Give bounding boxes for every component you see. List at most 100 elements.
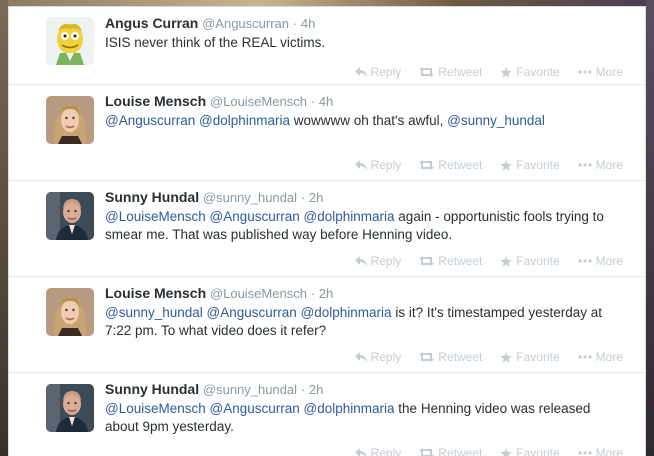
mention-link[interactable]: @Anguscurran bbox=[210, 209, 300, 224]
tweet-separator: · bbox=[300, 190, 306, 205]
mention-link[interactable]: @dolphinmaria bbox=[304, 209, 395, 224]
retweet-button[interactable]: Retweet bbox=[419, 65, 482, 79]
reply-button[interactable]: Reply bbox=[354, 254, 402, 268]
avatar[interactable] bbox=[46, 96, 94, 144]
retweet-icon bbox=[419, 448, 435, 456]
star-icon bbox=[500, 255, 512, 267]
favorite-label: Favorite bbox=[516, 350, 560, 364]
avatar[interactable] bbox=[46, 384, 94, 432]
tweet-actions: Reply Retweet Favorite More bbox=[354, 158, 623, 172]
retweet-icon bbox=[419, 352, 435, 362]
more-button[interactable]: More bbox=[578, 65, 623, 79]
more-dots-icon bbox=[578, 259, 592, 263]
reply-button[interactable]: Reply bbox=[354, 158, 402, 172]
tweet-username[interactable]: @sunny_hundal bbox=[203, 190, 297, 205]
favorite-label: Favorite bbox=[516, 158, 560, 172]
tweet-actions: Reply Retweet Favorite More bbox=[354, 65, 623, 79]
retweet-button[interactable]: Retweet bbox=[419, 350, 482, 364]
more-button[interactable]: More bbox=[578, 254, 623, 268]
retweet-button[interactable]: Retweet bbox=[419, 446, 482, 456]
tweet-text-segment: ISIS never think of the REAL victims. bbox=[105, 35, 326, 50]
tweet-content: Angus Curran @Anguscurran · 4h ISIS neve… bbox=[105, 15, 625, 52]
more-label: More bbox=[595, 158, 623, 172]
tweet-timestamp[interactable]: 4h bbox=[319, 94, 333, 109]
reply-label: Reply bbox=[370, 254, 402, 268]
favorite-button[interactable]: Favorite bbox=[500, 350, 560, 364]
tweet[interactable]: Sunny Hundal @sunny_hundal · 2h @LouiseM… bbox=[9, 373, 645, 456]
reply-button[interactable]: Reply bbox=[354, 350, 402, 364]
favorite-button[interactable]: Favorite bbox=[500, 254, 560, 268]
tweet-actions: Reply Retweet Favorite More bbox=[354, 446, 623, 456]
favorite-button[interactable]: Favorite bbox=[500, 65, 560, 79]
tweet-username[interactable]: @Anguscurran bbox=[202, 16, 289, 31]
tweet-header: Louise Mensch @LouiseMensch · 2h bbox=[105, 285, 625, 302]
tweet-timestamp[interactable]: 2h bbox=[309, 190, 323, 205]
avatar[interactable] bbox=[46, 192, 94, 240]
mention-link[interactable]: @dolphinmaria bbox=[199, 113, 290, 128]
more-button[interactable]: More bbox=[578, 158, 623, 172]
more-label: More bbox=[595, 446, 623, 456]
reply-icon bbox=[354, 352, 367, 362]
favorite-label: Favorite bbox=[516, 446, 560, 456]
mention-link[interactable]: @LouiseMensch bbox=[105, 209, 206, 224]
tweet-fullname[interactable]: Sunny Hundal bbox=[105, 381, 199, 397]
reply-button[interactable]: Reply bbox=[354, 65, 401, 79]
avatar[interactable] bbox=[46, 288, 94, 336]
favorite-button[interactable]: Favorite bbox=[500, 446, 560, 456]
reply-label: Reply bbox=[370, 446, 402, 456]
tweet[interactable]: Angus Curran @Anguscurran · 4h ISIS neve… bbox=[9, 7, 645, 85]
reply-icon bbox=[354, 67, 367, 77]
tweet-text: @sunny_hundal @Anguscurran @dolphinmaria… bbox=[105, 304, 625, 340]
more-label: More bbox=[595, 254, 623, 268]
tweet-text-segment: wowwww oh that's awful, bbox=[290, 113, 448, 128]
tweet-actions: Reply Retweet Favorite More bbox=[354, 350, 623, 364]
mention-link[interactable]: @Anguscurran bbox=[210, 401, 300, 416]
reply-icon bbox=[354, 160, 367, 170]
tweet[interactable]: Sunny Hundal @sunny_hundal · 2h @LouiseM… bbox=[9, 181, 645, 277]
mention-link[interactable]: @Anguscurran bbox=[207, 305, 297, 320]
tweet-text: @LouiseMensch @Anguscurran @dolphinmaria… bbox=[105, 208, 625, 244]
retweet-label: Retweet bbox=[438, 65, 483, 79]
star-icon bbox=[500, 159, 512, 171]
more-dots-icon bbox=[578, 70, 592, 74]
mention-link[interactable]: @dolphinmaria bbox=[304, 401, 395, 416]
mention-link[interactable]: @sunny_hundal bbox=[105, 305, 203, 320]
mention-link[interactable]: @sunny_hundal bbox=[447, 113, 545, 128]
mention-link[interactable]: @Anguscurran bbox=[105, 113, 195, 128]
avatar[interactable] bbox=[46, 17, 94, 65]
reply-icon bbox=[354, 448, 367, 456]
favorite-label: Favorite bbox=[516, 254, 560, 268]
tweet-fullname[interactable]: Sunny Hundal bbox=[105, 189, 199, 205]
tweet-content: Louise Mensch @LouiseMensch · 2h @sunny_… bbox=[105, 285, 625, 340]
background-strip-left bbox=[0, 0, 8, 456]
reply-label: Reply bbox=[370, 158, 402, 172]
tweet-username[interactable]: @LouiseMensch bbox=[210, 94, 307, 109]
tweet[interactable]: Louise Mensch @LouiseMensch · 2h @sunny_… bbox=[9, 277, 645, 373]
retweet-label: Retweet bbox=[438, 254, 483, 268]
reply-button[interactable]: Reply bbox=[354, 446, 402, 456]
tweet-content: Louise Mensch @LouiseMensch · 4h @Angusc… bbox=[105, 93, 625, 130]
more-dots-icon bbox=[578, 163, 592, 167]
tweet-content: Sunny Hundal @sunny_hundal · 2h @LouiseM… bbox=[105, 381, 625, 436]
tweet-timestamp[interactable]: 4h bbox=[301, 16, 315, 31]
mention-link[interactable]: @dolphinmaria bbox=[301, 305, 392, 320]
tweet-timestamp[interactable]: 2h bbox=[309, 382, 323, 397]
tweet[interactable]: Louise Mensch @LouiseMensch · 4h @Angusc… bbox=[9, 85, 645, 181]
more-label: More bbox=[595, 350, 623, 364]
tweet-username[interactable]: @LouiseMensch bbox=[210, 286, 307, 301]
more-button[interactable]: More bbox=[578, 446, 623, 456]
retweet-label: Retweet bbox=[438, 158, 483, 172]
retweet-button[interactable]: Retweet bbox=[419, 158, 482, 172]
mention-link[interactable]: @LouiseMensch bbox=[105, 401, 206, 416]
tweet-fullname[interactable]: Angus Curran bbox=[105, 15, 198, 31]
tweet-username[interactable]: @sunny_hundal bbox=[203, 382, 297, 397]
tweet-fullname[interactable]: Louise Mensch bbox=[105, 93, 206, 109]
favorite-button[interactable]: Favorite bbox=[500, 158, 560, 172]
more-button[interactable]: More bbox=[578, 350, 623, 364]
tweet-fullname[interactable]: Louise Mensch bbox=[105, 285, 206, 301]
retweet-button[interactable]: Retweet bbox=[419, 254, 482, 268]
reply-label: Reply bbox=[370, 350, 402, 364]
star-icon bbox=[500, 66, 512, 78]
tweet-timestamp[interactable]: 2h bbox=[319, 286, 333, 301]
background-strip-right bbox=[646, 0, 654, 456]
